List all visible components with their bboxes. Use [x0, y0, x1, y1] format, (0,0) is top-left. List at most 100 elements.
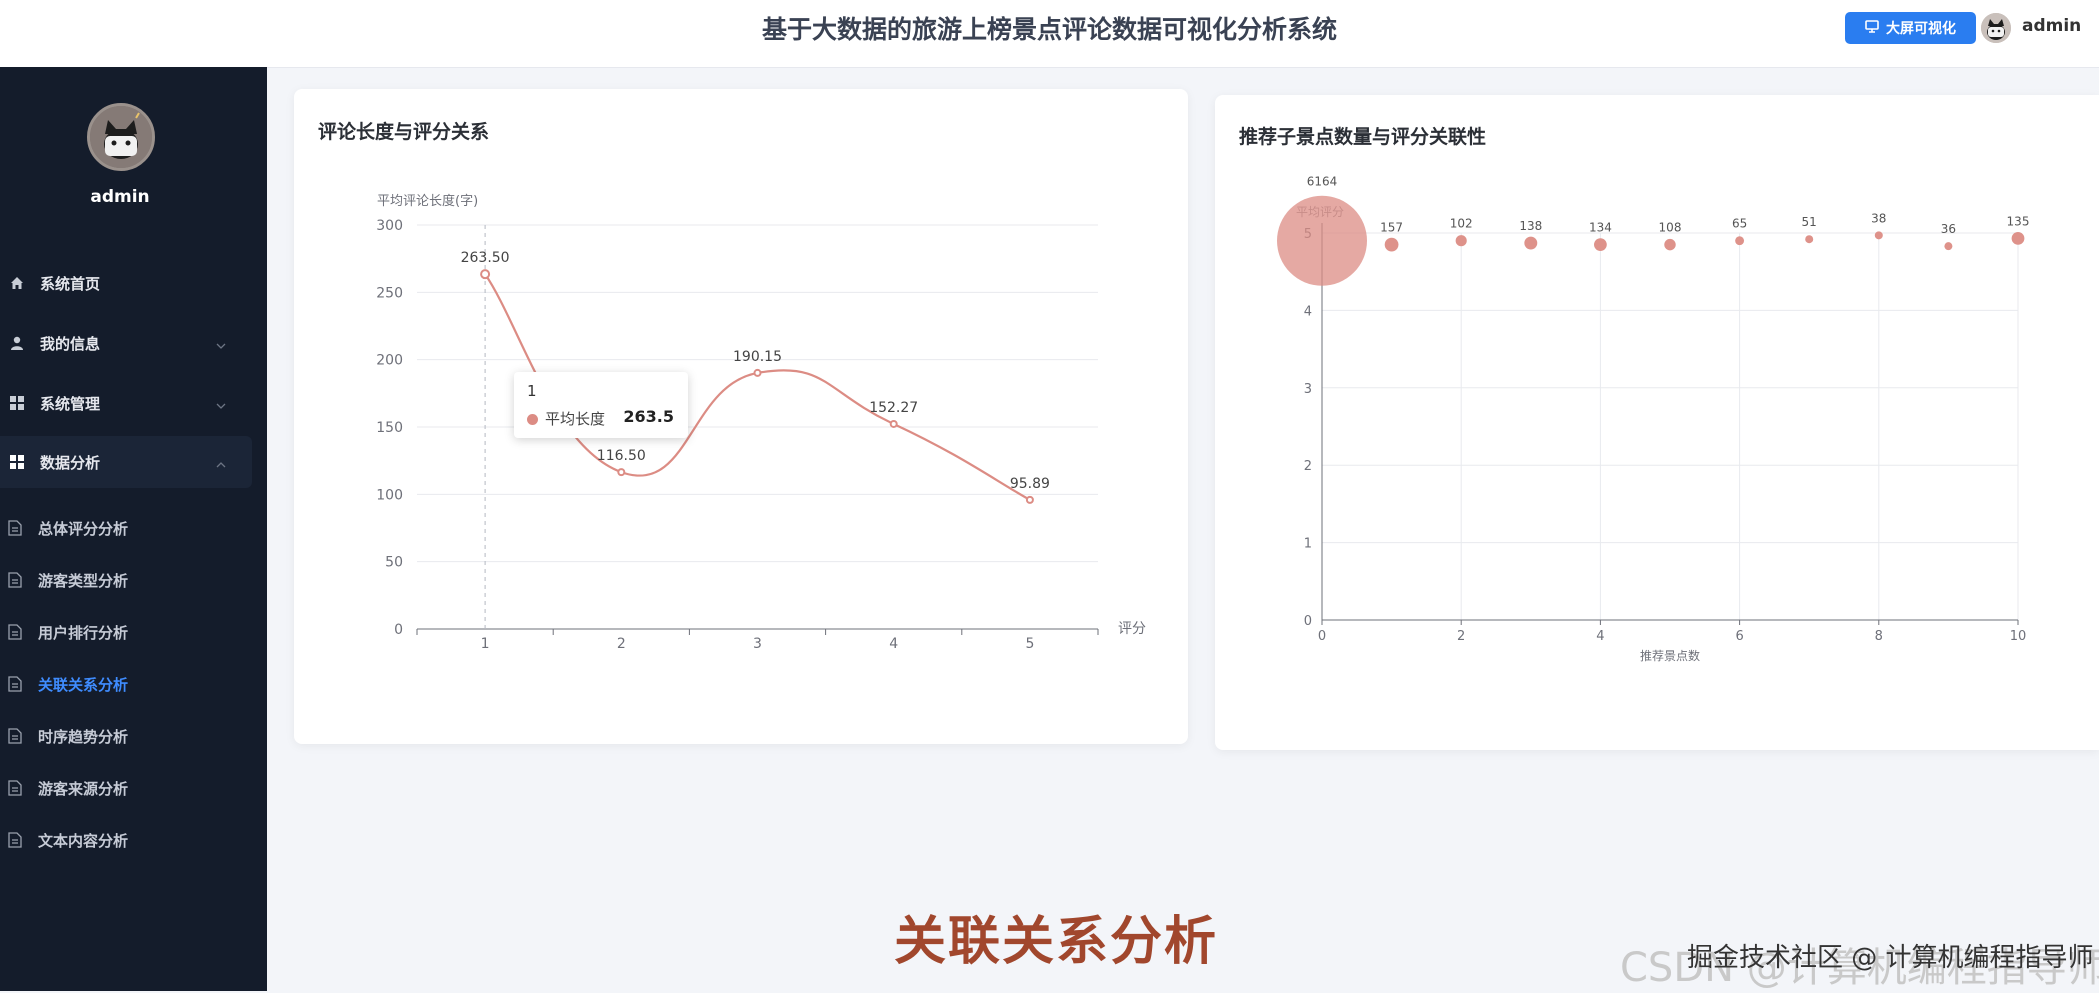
sidebar-subitem-visitor-type[interactable]: 游客类型分析 — [0, 560, 252, 600]
bubble-label: 108 — [1659, 221, 1682, 235]
sidebar-subitem-visitor-source[interactable]: 游客来源分析 — [0, 768, 252, 808]
sidebar-item-home[interactable]: 系统首页 — [0, 257, 252, 309]
sidebar-subitem-label: 关联关系分析 — [38, 675, 129, 694]
y-tick-label: 1 — [1304, 537, 1312, 552]
x-tick-label: 4 — [889, 636, 898, 652]
bubble — [1874, 231, 1883, 240]
y-tick-label: 50 — [385, 555, 403, 571]
data-point — [753, 368, 762, 377]
x-tick-label: 3 — [753, 636, 762, 652]
sidebar-subitem-label: 游客类型分析 — [38, 571, 129, 590]
bubble-label: 65 — [1732, 217, 1747, 231]
grid-icon — [9, 395, 25, 411]
home-icon — [9, 275, 25, 291]
app-title: 基于大数据的旅游上榜景点评论数据可视化分析系统 — [761, 15, 1337, 44]
avatar[interactable] — [1981, 13, 2011, 43]
sidebar-subitem-overall-rating[interactable]: 总体评分分析 — [0, 508, 252, 548]
sidebar-item-label: 我的信息 — [40, 334, 101, 353]
subspot-rating-card: 推荐子景点数量与评分关联性 0123450246810推荐景点数平均评分6164… — [1215, 95, 2099, 750]
data-point — [889, 419, 898, 428]
y-axis-title: 平均评论长度(字) — [377, 193, 478, 209]
chevron-down-icon — [216, 335, 226, 353]
document-icon — [8, 728, 24, 744]
tooltip-series-dot — [527, 414, 538, 425]
x-tick-label: 1 — [481, 636, 490, 652]
bubble — [1277, 195, 1367, 286]
sidebar-subitem-text-content[interactable]: 文本内容分析 — [0, 820, 252, 860]
user-icon — [9, 335, 25, 351]
data-label: 152.27 — [869, 400, 918, 416]
grid-icon — [9, 454, 25, 470]
document-icon — [8, 520, 24, 536]
x-tick-label: 6 — [1735, 629, 1743, 644]
sidebar-item-system-admin[interactable]: 系统管理 — [0, 377, 252, 429]
bubble — [1594, 238, 1607, 251]
sidebar-item-label: 系统管理 — [40, 394, 101, 413]
y-tick-label: 4 — [1304, 304, 1312, 319]
data-label: 263.50 — [461, 250, 510, 266]
y-tick-label: 3 — [1304, 382, 1312, 397]
data-point — [1025, 495, 1034, 504]
bubble-label: 36 — [1941, 222, 1956, 236]
data-label: 95.89 — [1010, 476, 1050, 492]
tooltip-category: 1 — [527, 382, 537, 400]
length-rating-card: 评论长度与评分关系 0 50 100 150 200 250 300 1 2 3 4 5 平均评论长度(… — [294, 89, 1188, 744]
scatter-chart: 0123450246810推荐景点数平均评分616415710213813410… — [1277, 175, 2030, 663]
sidebar-item-data-analysis[interactable]: 数据分析 — [0, 436, 252, 488]
x-tick-label: 4 — [1596, 629, 1604, 644]
sidebar-item-label: 数据分析 — [40, 453, 101, 472]
document-icon — [8, 676, 24, 692]
sidebar-subitem-label: 总体评分分析 — [38, 519, 129, 538]
bubble — [1735, 236, 1745, 246]
document-icon — [8, 624, 24, 640]
y-tick-label: 0 — [1304, 614, 1312, 629]
bubble — [1524, 236, 1538, 250]
chart-tooltip: 1 平均长度 263.5 — [514, 372, 688, 438]
x-tick-label: 8 — [1875, 629, 1883, 644]
sidebar-subitem-user-ranking[interactable]: 用户排行分析 — [0, 612, 252, 652]
y-tick-label: 0 — [394, 622, 403, 638]
x-tick-label: 2 — [1457, 629, 1465, 644]
bubble-label: 102 — [1450, 217, 1473, 231]
y-tick-label: 100 — [376, 487, 403, 503]
monitor-icon — [1865, 19, 1879, 37]
sidebar-subitem-label: 时序趋势分析 — [38, 727, 129, 746]
sidebar: admin 系统首页 我的信息 系统管理 数据分析 总体评分分析 游客类型分析 … — [0, 67, 267, 991]
y-tick-label: 2 — [1304, 459, 1312, 474]
bubble — [1455, 235, 1467, 247]
bubble-label: 135 — [2007, 214, 2030, 228]
page-section-title: 关联关系分析 — [894, 912, 1219, 972]
x-tick-label: 2 — [617, 636, 626, 652]
sidebar-subitem-time-series[interactable]: 时序趋势分析 — [0, 716, 252, 756]
sidebar-subitem-label: 文本内容分析 — [38, 831, 129, 850]
y-tick-label: 150 — [376, 420, 403, 436]
document-icon — [8, 780, 24, 796]
sidebar-username: admin — [90, 187, 150, 207]
data-point — [480, 269, 491, 280]
bubble-label: 134 — [1589, 221, 1612, 235]
sidebar-avatar — [87, 103, 155, 171]
sidebar-item-my-info[interactable]: 我的信息 — [0, 317, 252, 369]
watermark-juejin: 掘金技术社区 @ 计算机编程指导师 — [1687, 943, 2094, 973]
bigscreen-button[interactable]: 大屏可视化 — [1845, 12, 1976, 44]
sidebar-subitem-correlation[interactable]: 关联关系分析 — [0, 664, 252, 704]
bigscreen-label: 大屏可视化 — [1886, 21, 1956, 37]
bubble-label: 51 — [1802, 215, 1817, 229]
x-tick-label: 10 — [2010, 629, 2027, 644]
y-tick-label: 250 — [376, 285, 403, 301]
x-axis-title: 评分 — [1118, 621, 1146, 637]
bubble — [2011, 232, 2025, 245]
x-axis-title: 推荐景点数 — [1640, 648, 1700, 663]
data-label: 190.15 — [733, 349, 782, 365]
y-tick-label: 200 — [376, 353, 403, 369]
line-chart: 0 50 100 150 200 250 300 1 2 3 4 5 平均评论长度(字) 评分 263.50… — [376, 193, 1146, 652]
header-username[interactable]: admin — [2022, 16, 2081, 36]
chevron-up-icon — [216, 454, 226, 472]
bubble — [1384, 237, 1399, 252]
x-tick-label: 5 — [1025, 636, 1034, 652]
y-tick-label: 300 — [376, 218, 403, 234]
tooltip-value: 263.5 — [623, 407, 674, 426]
sidebar-subitem-label: 游客来源分析 — [38, 779, 129, 798]
x-tick-label: 0 — [1318, 629, 1326, 644]
bubble — [1944, 242, 1953, 251]
